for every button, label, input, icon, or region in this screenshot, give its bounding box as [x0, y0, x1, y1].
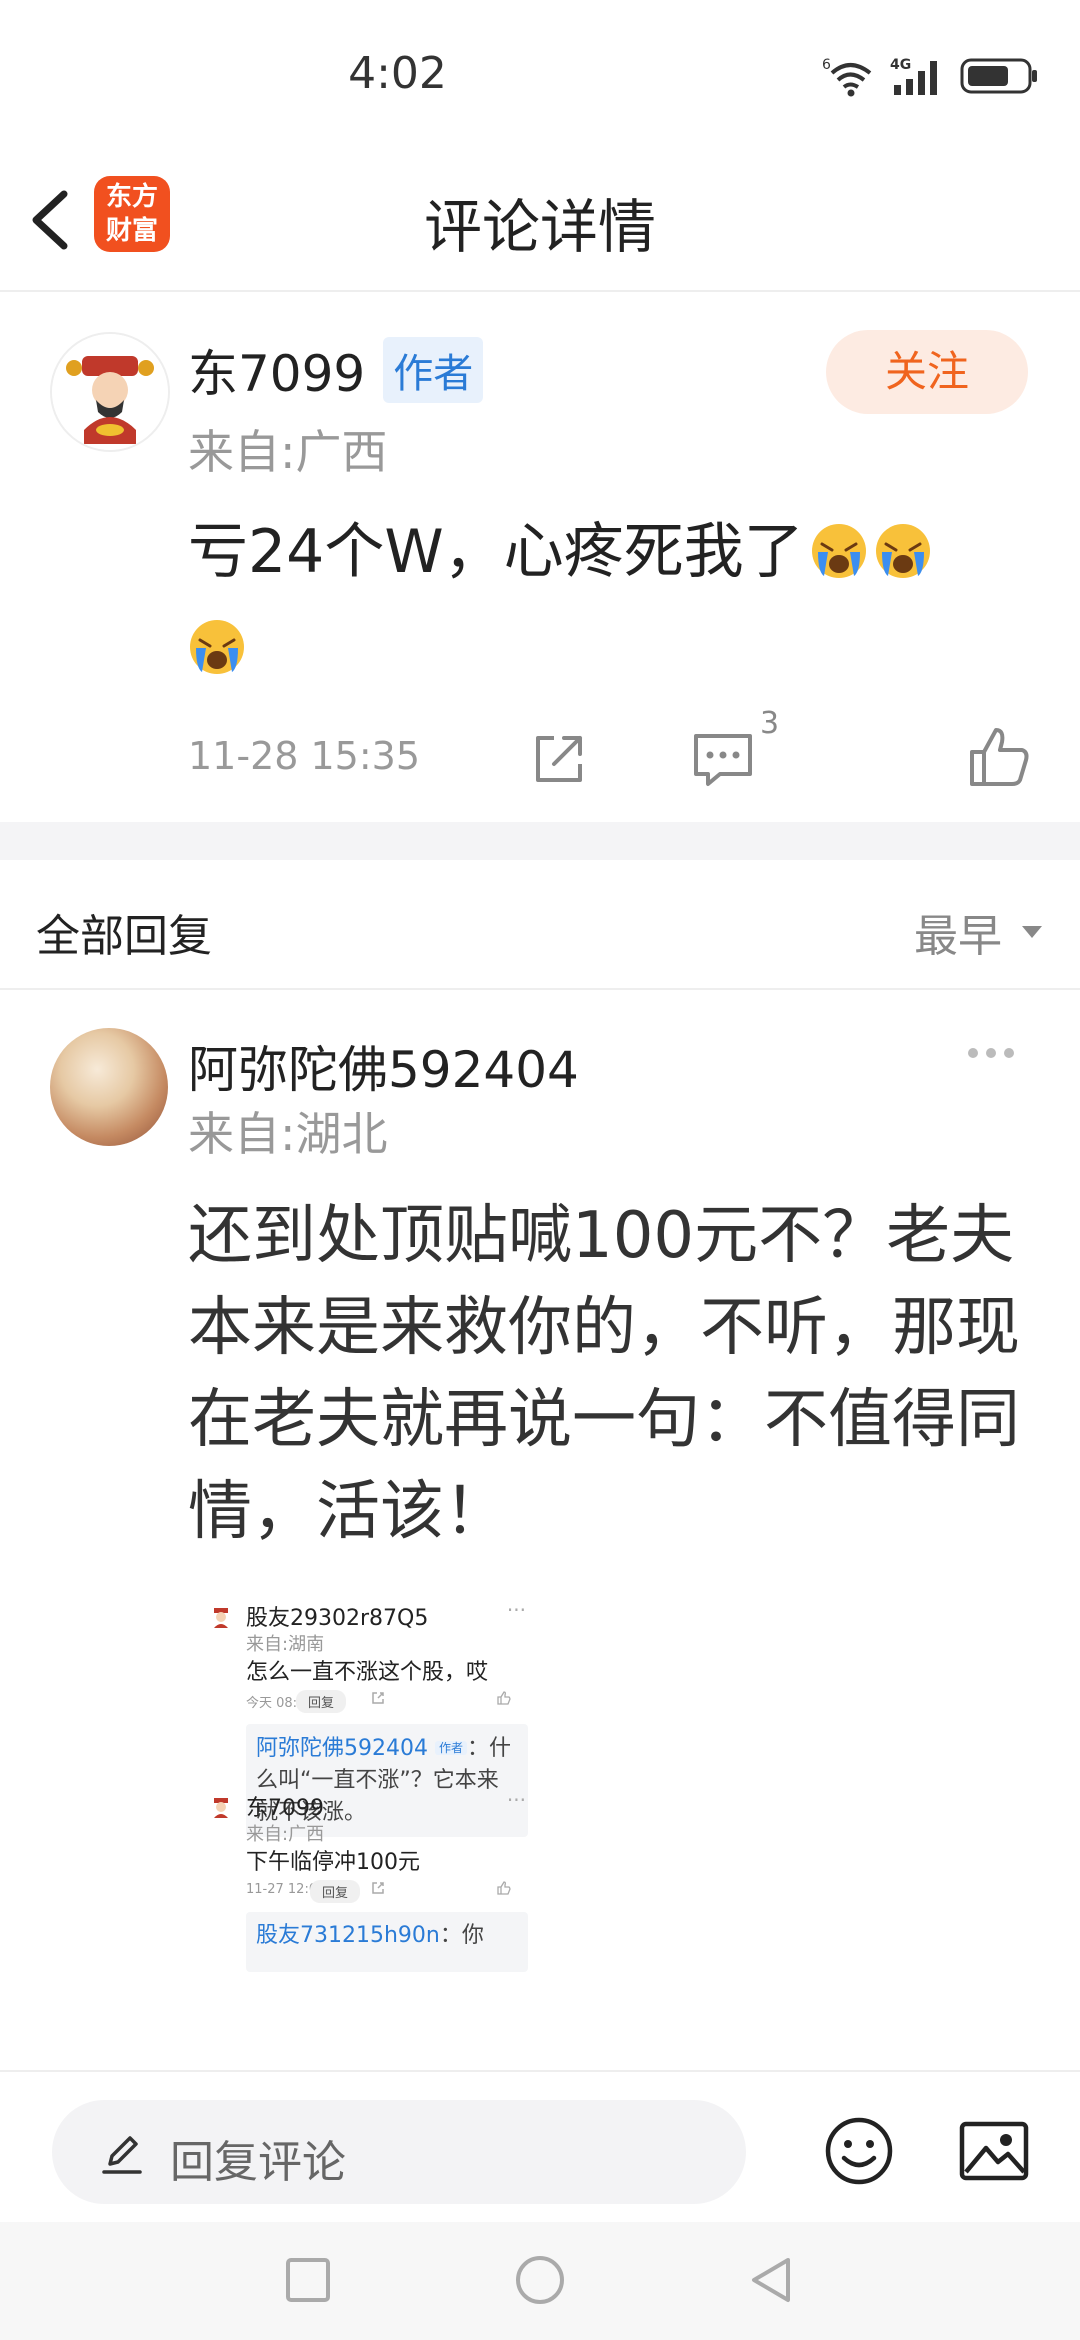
- emoji-smile-icon[interactable]: [824, 2116, 894, 2186]
- header: 东方 财富 评论详情: [0, 150, 1080, 292]
- sort-label: 最早: [914, 911, 1002, 962]
- crying-face-emoji-icon: [875, 524, 930, 578]
- system-nav-bar: [0, 2222, 1080, 2340]
- original-post: 东7099 作者 来自:广西 关注 亏24个W，心疼死我了 11-28 15:3…: [0, 292, 1080, 822]
- section-divider: [0, 822, 1080, 860]
- crying-face-emoji-icon: [190, 620, 244, 674]
- post-text: 亏24个W，心疼死我了: [188, 517, 804, 587]
- reply-bar: 回复评论: [0, 2070, 1080, 2224]
- reply-location: 来自:湖北: [188, 1107, 388, 1161]
- author-username[interactable]: 东7099: [188, 334, 365, 406]
- reply-avatar[interactable]: [50, 1028, 168, 1146]
- wifi-icon: 6: [822, 57, 872, 97]
- reply-attached-image[interactable]: 股友29302r87Q5 ··· 来自:湖南 怎么一直不涨这个股，哎 今天 08…: [200, 1590, 530, 2060]
- pencil-icon: [102, 2136, 142, 2174]
- reply-placeholder: 回复评论: [170, 2137, 346, 2188]
- image-picker-icon[interactable]: [958, 2118, 1030, 2184]
- share-icon: [372, 1692, 384, 1704]
- author-location: 来自:广西: [188, 425, 388, 479]
- caret-down-icon: [1022, 926, 1042, 938]
- svg-text:4G: 4G: [890, 57, 911, 73]
- like-thumb-up-icon: [497, 1881, 511, 1895]
- reply-input[interactable]: 回复评论: [52, 2100, 746, 2204]
- share-icon[interactable]: [524, 722, 594, 792]
- reply-item: 阿弥陀佛592404 来自:湖北 还到处顶贴喊100元不？老夫本来是来救你的，不…: [0, 990, 1080, 2070]
- recent-apps-icon[interactable]: [280, 2252, 336, 2308]
- battery-icon: [960, 58, 1037, 94]
- status-icons: 6 4G: [822, 55, 1040, 97]
- image-comment-item: 东7099 ··· 来自:广西 下午临停冲100元 11-27 12:00 回复…: [200, 1788, 530, 1988]
- small-avatar-icon: [209, 1795, 233, 1819]
- sort-dropdown[interactable]: 最早: [914, 900, 1044, 964]
- reply-username[interactable]: 阿弥陀佛592404: [188, 1030, 579, 1102]
- follow-button[interactable]: 关注: [826, 330, 1028, 414]
- post-content: 亏24个W，心疼死我了: [188, 504, 1008, 696]
- replies-header: 全部回复 最早: [0, 860, 1080, 990]
- share-icon: [372, 1882, 384, 1894]
- more-options-icon[interactable]: [968, 1048, 1028, 1068]
- cell-signal-icon: 4G: [890, 57, 937, 95]
- replies-title: 全部回复: [36, 911, 212, 962]
- comment-count: 3: [760, 706, 780, 741]
- reply-text: 还到处顶贴喊100元不？老夫本来是来救你的，不听，那现在老夫就再说一句：不值得同…: [188, 1199, 1020, 1549]
- author-avatar[interactable]: [50, 332, 170, 452]
- status-bar: 4:02 6 4G: [0, 0, 1080, 150]
- page-title: 评论详情: [423, 193, 656, 261]
- svg-text:6: 6: [822, 57, 831, 73]
- crying-face-emoji-icon: [811, 524, 866, 578]
- like-thumb-up-icon[interactable]: [964, 722, 1034, 792]
- like-thumb-up-icon: [497, 1691, 511, 1705]
- home-icon[interactable]: [512, 2252, 568, 2308]
- post-time: 11-28 15:35: [188, 734, 421, 778]
- god-of-wealth-avatar-icon: [52, 334, 168, 450]
- post-meta: 11-28 15:35 3: [188, 706, 1029, 802]
- status-time: 4:02: [348, 48, 447, 99]
- back-triangle-icon[interactable]: [744, 2252, 800, 2308]
- author-name-row: 东7099 作者: [188, 334, 484, 406]
- comment-icon[interactable]: [688, 722, 758, 792]
- author-badge: 作者: [383, 337, 484, 403]
- small-avatar-icon: [209, 1605, 233, 1629]
